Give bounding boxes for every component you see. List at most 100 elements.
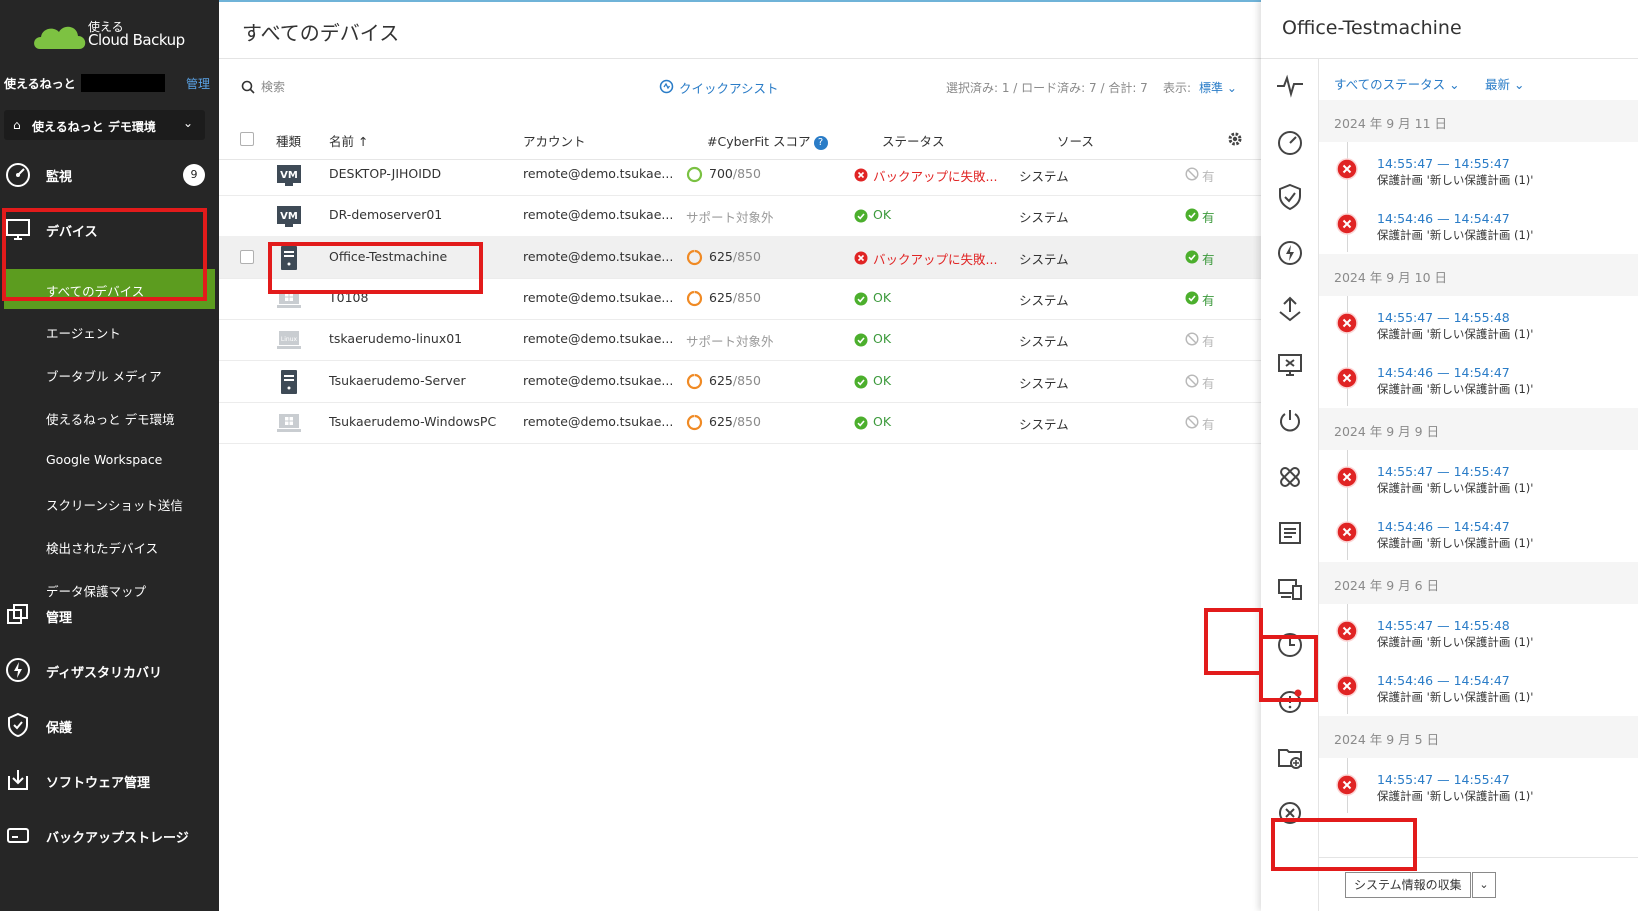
- device-name[interactable]: DESKTOP-JIHOIDD: [329, 166, 441, 181]
- highlight-clock-rail: [1204, 608, 1263, 675]
- patch-icon[interactable]: [1275, 462, 1305, 492]
- select-all-checkbox[interactable]: [240, 132, 254, 146]
- date-group-header: 2024 年 9 月 5 日: [1319, 716, 1638, 758]
- nav-software[interactable]: ソフトウェア管理: [0, 760, 219, 800]
- cyberfit-score[interactable]: 625/850: [709, 249, 761, 264]
- cyberfit-score[interactable]: 625/850: [709, 290, 761, 305]
- sidebar-subitem[interactable]: 使えるねっと デモ環境: [0, 397, 219, 437]
- activity-item[interactable]: 14:54:46 — 14:54:47 保護計画 '新しい保護計画 (1)': [1319, 201, 1638, 259]
- device-status[interactable]: OK: [873, 414, 891, 429]
- activity-time[interactable]: 14:54:46 — 14:54:47: [1377, 519, 1510, 534]
- activity-item[interactable]: 14:55:47 — 14:55:47 保護計画 '新しい保護計画 (1)': [1319, 762, 1638, 820]
- status-filter-dropdown[interactable]: すべてのステータス ⌄: [1334, 74, 1460, 93]
- help-icon[interactable]: ?: [813, 136, 828, 150]
- document-list-icon[interactable]: [1275, 518, 1305, 548]
- search-input[interactable]: [261, 77, 421, 97]
- device-account: remote@demo.tsukae...: [523, 414, 674, 429]
- collect-system-info-button[interactable]: システム情報の収集: [1345, 872, 1471, 898]
- table-row[interactable]: VM DR-demoserver01 remote@demo.tsukae... サポ…: [219, 194, 1261, 237]
- protection-state: 有: [1202, 417, 1215, 432]
- nav-monitor[interactable]: 監視 9: [0, 154, 219, 194]
- devices-icon[interactable]: [1275, 574, 1305, 604]
- tenant-selector[interactable]: ⌂ 使えるねっと デモ環境 ⌄: [4, 110, 205, 140]
- remote-desktop-icon[interactable]: [1275, 350, 1305, 380]
- activity-item[interactable]: 14:55:47 — 14:55:48 保護計画 '新しい保護計画 (1)': [1319, 300, 1638, 358]
- activity-time[interactable]: 14:55:47 — 14:55:48: [1377, 310, 1510, 325]
- nav-disaster-recovery[interactable]: ディザスタリカバリ: [0, 650, 219, 690]
- display-label: 表示:: [1163, 81, 1192, 95]
- sidebar-subitem[interactable]: スクリーンショット送信: [0, 483, 219, 523]
- activity-item[interactable]: 14:55:47 — 14:55:47 保護計画 '新しい保護計画 (1)': [1319, 454, 1638, 512]
- col-status[interactable]: ステータス: [882, 131, 945, 150]
- device-account: remote@demo.tsukae...: [523, 166, 674, 181]
- device-account: remote@demo.tsukae...: [523, 290, 674, 305]
- cyberfit-score[interactable]: 625/850: [709, 373, 761, 388]
- activity-time[interactable]: 14:55:47 — 14:55:48: [1377, 618, 1510, 633]
- col-source[interactable]: ソース: [1057, 131, 1094, 150]
- table-row[interactable]: Linux tskaerudemo-linux01 remote@demo.tsuk…: [219, 318, 1261, 361]
- row-checkbox[interactable]: [240, 250, 254, 264]
- device-account: remote@demo.tsukae...: [523, 373, 674, 388]
- device-status[interactable]: バックアップに失敗...: [873, 249, 997, 268]
- manage-link[interactable]: 管理: [186, 75, 210, 92]
- cyberfit-score[interactable]: 625/850: [709, 414, 761, 429]
- sidebar-subitem[interactable]: 検出されたデバイス: [0, 526, 219, 566]
- activity-item[interactable]: 14:54:46 — 14:54:47 保護計画 '新しい保護計画 (1)': [1319, 663, 1638, 721]
- table-row[interactable]: Tsukaerudemo-Server remote@demo.tsukae...…: [219, 360, 1261, 403]
- activity-item[interactable]: 14:54:46 — 14:54:47 保護計画 '新しい保護計画 (1)': [1319, 509, 1638, 567]
- shield-check-icon[interactable]: [1275, 182, 1305, 212]
- activity-time[interactable]: 14:54:46 — 14:54:47: [1377, 673, 1510, 688]
- table-row[interactable]: VM DESKTOP-JIHOIDD remote@demo.tsukae... 70…: [219, 153, 1261, 196]
- nav-backup-storage[interactable]: バックアップストレージ: [0, 815, 219, 855]
- activity-item[interactable]: 14:54:46 — 14:54:47 保護計画 '新しい保護計画 (1)': [1319, 355, 1638, 413]
- col-type[interactable]: 種類: [276, 131, 301, 150]
- device-status[interactable]: OK: [873, 331, 891, 346]
- sidebar-subitem[interactable]: Google Workspace: [0, 440, 219, 480]
- quick-assist-link[interactable]: クイックアシスト: [679, 78, 779, 97]
- activity-time[interactable]: 14:54:46 — 14:54:47: [1377, 211, 1510, 226]
- activity-time[interactable]: 14:55:47 — 14:55:47: [1377, 156, 1510, 171]
- activity-item[interactable]: 14:55:47 — 14:55:48 保護計画 '新しい保護計画 (1)': [1319, 608, 1638, 666]
- gear-icon[interactable]: [1226, 130, 1244, 148]
- col-account[interactable]: アカウント: [523, 131, 586, 150]
- nav-protection[interactable]: 保護: [0, 705, 219, 745]
- upload-icon[interactable]: [1275, 294, 1305, 324]
- col-name[interactable]: 名前 ↑: [329, 131, 368, 150]
- folder-plus-icon[interactable]: [1275, 742, 1305, 772]
- device-name[interactable]: DR-demoserver01: [329, 207, 442, 222]
- device-name[interactable]: tskaerudemo-linux01: [329, 331, 462, 346]
- highlight-selected-device: [268, 242, 483, 294]
- power-icon[interactable]: [1275, 406, 1305, 436]
- activity-time[interactable]: 14:55:47 — 14:55:47: [1377, 772, 1510, 787]
- col-cyberfit-score[interactable]: #CyberFit スコア?: [707, 131, 828, 150]
- sidebar-subitem[interactable]: ブータブル メディア: [0, 354, 219, 394]
- activity-time[interactable]: 14:54:46 — 14:54:47: [1377, 365, 1510, 380]
- activity-time[interactable]: 14:55:47 — 14:55:47: [1377, 464, 1510, 479]
- chevron-down-icon[interactable]: ⌄: [1472, 872, 1496, 898]
- device-account: remote@demo.tsukae...: [523, 249, 674, 264]
- display-mode-dropdown[interactable]: 標準 ⌄: [1199, 79, 1237, 96]
- sidebar-subitem[interactable]: エージェント: [0, 311, 219, 351]
- device-name[interactable]: Tsukaerudemo-Server: [329, 373, 466, 388]
- ok-check-icon: [854, 333, 868, 347]
- error-icon: [1336, 466, 1358, 488]
- pulse-icon[interactable]: [1275, 71, 1305, 101]
- device-status[interactable]: OK: [873, 373, 891, 388]
- device-name[interactable]: Tsukaerudemo-WindowsPC: [329, 414, 496, 429]
- panel-title: Office-Testmachine: [1282, 17, 1462, 39]
- drive-icon: [7, 828, 29, 843]
- lightning-icon[interactable]: [1275, 238, 1305, 268]
- score-max: /850: [732, 249, 761, 264]
- nav-management[interactable]: 管理: [0, 595, 219, 635]
- table-row[interactable]: Tsukaerudemo-WindowsPC remote@demo.tsukae…: [219, 401, 1261, 444]
- disabled-icon: [1185, 167, 1199, 181]
- device-status[interactable]: OK: [873, 290, 891, 305]
- cyberfit-score[interactable]: 700/850: [709, 166, 761, 181]
- shield-icon: [8, 712, 28, 738]
- sort-dropdown[interactable]: 最新 ⌄: [1485, 74, 1524, 93]
- error-icon: [1336, 675, 1358, 697]
- gauge-icon[interactable]: [1275, 127, 1305, 157]
- device-status[interactable]: OK: [873, 207, 891, 222]
- device-status[interactable]: バックアップに失敗...: [873, 166, 997, 185]
- activity-item[interactable]: 14:55:47 — 14:55:47 保護計画 '新しい保護計画 (1)': [1319, 146, 1638, 204]
